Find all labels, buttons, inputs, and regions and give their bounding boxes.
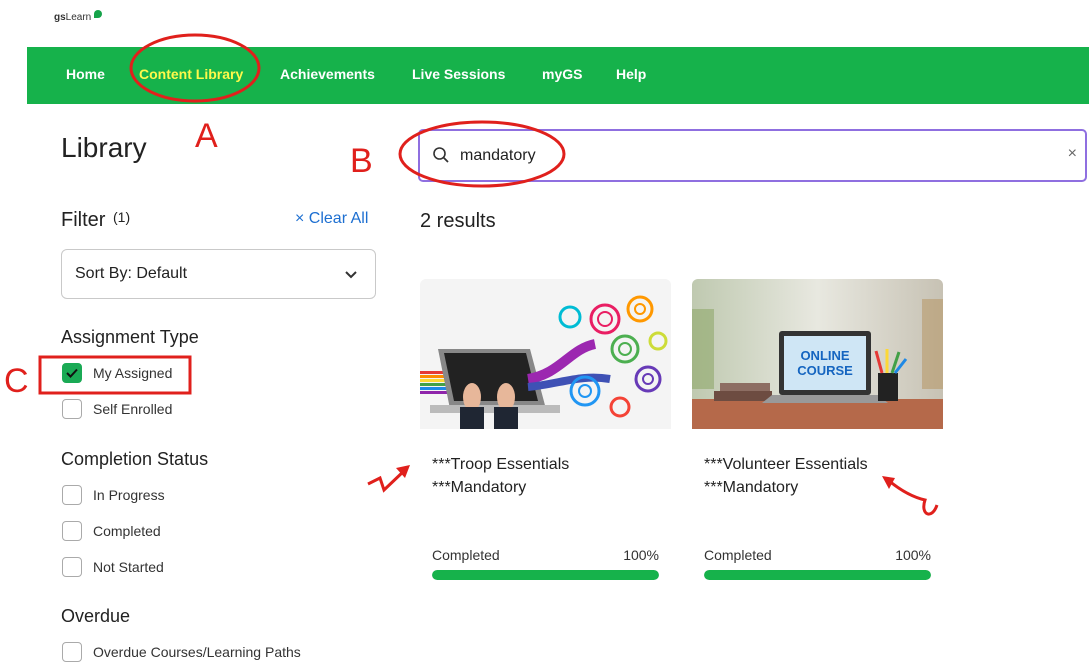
filter-heading: Filter (1) <box>61 209 130 232</box>
course-percent: 100% <box>623 547 659 563</box>
course-subtitle: ***Mandatory <box>432 479 527 496</box>
laptop-swirl-image <box>420 279 671 429</box>
annotation-arrowhead-1 <box>396 465 410 478</box>
in-progress-checkbox[interactable] <box>62 485 82 505</box>
progress-fill <box>432 570 659 580</box>
search-box: × <box>418 129 1087 182</box>
course-thumbnail[interactable]: ONLINE COURSE <box>692 279 943 429</box>
logo-bold-text: gs <box>54 12 66 23</box>
my-assigned-label[interactable]: My Assigned <box>93 365 172 381</box>
search-input[interactable] <box>458 143 1042 169</box>
thumb-text-online: ONLINE <box>800 348 849 363</box>
self-enrolled-label[interactable]: Self Enrolled <box>93 401 172 417</box>
overdue-heading: Overdue <box>61 606 131 626</box>
completed-checkbox[interactable] <box>62 521 82 541</box>
chevron-down-icon <box>345 271 357 279</box>
progress-bar <box>704 570 931 580</box>
annotation-letter-c: C <box>4 362 29 400</box>
close-icon: × <box>295 210 305 227</box>
course-card[interactable]: ***Troop Essentials ***Mandatory Complet… <box>420 279 671 589</box>
sort-dropdown[interactable]: Sort By: Default <box>61 249 376 299</box>
filter-count: (1) <box>113 209 131 225</box>
course-title[interactable]: ***Troop Essentials <box>432 456 569 474</box>
overdue-checkbox[interactable] <box>62 642 82 662</box>
gslearn-logo[interactable]: gsLearn <box>54 10 102 23</box>
completion-status-heading: Completion Status <box>61 449 209 469</box>
annotation-arrow-1 <box>367 468 407 493</box>
overdue-label[interactable]: Overdue Courses/Learning Paths <box>93 644 301 660</box>
annotation-letter-b: B <box>350 142 373 180</box>
page-title: Library <box>61 132 147 163</box>
nav-mygs[interactable]: myGS <box>542 66 582 82</box>
nav-help[interactable]: Help <box>616 66 646 82</box>
results-count: 2 results <box>420 210 496 232</box>
logo-text: Learn <box>65 12 92 23</box>
online-course-image: ONLINE COURSE <box>692 279 943 429</box>
clear-all-label: Clear All <box>308 210 369 227</box>
completed-label[interactable]: Completed <box>93 523 161 539</box>
my-assigned-checkbox[interactable] <box>62 363 82 383</box>
course-status: Completed <box>704 547 772 563</box>
trefoil-icon <box>94 10 102 18</box>
course-percent: 100% <box>895 547 931 563</box>
nav-live-sessions[interactable]: Live Sessions <box>412 66 505 82</box>
course-title[interactable]: ***Volunteer Essentials <box>704 456 868 474</box>
progress-bar <box>432 570 659 580</box>
sort-label: Sort By: Default <box>75 265 188 282</box>
clear-all-button[interactable]: × Clear All <box>295 210 368 228</box>
filter-label: Filter <box>61 209 106 231</box>
progress-fill <box>704 570 931 580</box>
clear-search-icon[interactable]: × <box>1068 145 1077 163</box>
assignment-type-heading: Assignment Type <box>61 327 199 347</box>
not-started-checkbox[interactable] <box>62 557 82 577</box>
nav-achievements[interactable]: Achievements <box>280 66 375 82</box>
search-icon <box>433 147 449 163</box>
annotation-letter-a: A <box>195 117 218 155</box>
course-card[interactable]: ONLINE COURSE ***Volunteer Essentials **… <box>692 279 943 589</box>
thumb-text-course: COURSE <box>797 363 853 378</box>
course-status: Completed <box>432 547 500 563</box>
course-thumbnail[interactable] <box>420 279 671 429</box>
nav-home[interactable]: Home <box>66 66 105 82</box>
self-enrolled-checkbox[interactable] <box>62 399 82 419</box>
checkmark-icon <box>66 368 78 378</box>
nav-content-library[interactable]: Content Library <box>139 66 243 82</box>
main-nav-bar: Home Content Library Achievements Live S… <box>27 47 1089 104</box>
course-subtitle: ***Mandatory <box>704 479 799 496</box>
in-progress-label[interactable]: In Progress <box>93 487 165 503</box>
not-started-label[interactable]: Not Started <box>93 559 164 575</box>
